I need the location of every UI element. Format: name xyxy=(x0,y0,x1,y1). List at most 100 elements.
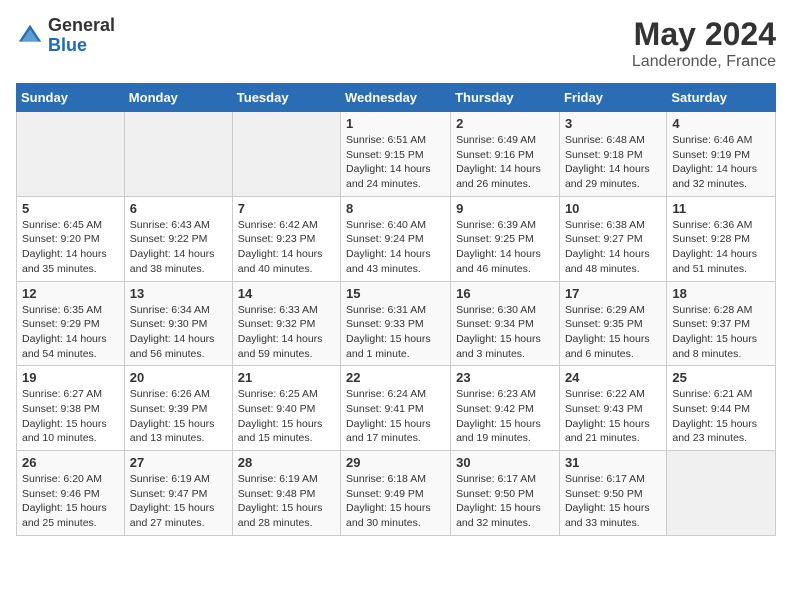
calendar-cell: 14 Sunrise: 6:33 AM Sunset: 9:32 PM Dayli… xyxy=(232,281,340,366)
calendar-cell: 6 Sunrise: 6:43 AM Sunset: 9:22 PM Daylig… xyxy=(124,196,232,281)
day-info: Sunrise: 6:43 AM Sunset: 9:22 PM Dayligh… xyxy=(130,218,227,277)
calendar-cell: 8 Sunrise: 6:40 AM Sunset: 9:24 PM Daylig… xyxy=(341,196,451,281)
day-number: 30 xyxy=(456,455,554,470)
day-info: Sunrise: 6:28 AM Sunset: 9:37 PM Dayligh… xyxy=(672,303,770,362)
title-block: May 2024 Landeronde, France xyxy=(632,16,776,71)
day-number: 7 xyxy=(238,201,335,216)
day-number: 12 xyxy=(22,286,119,301)
calendar-cell: 3Sunrise: 6:48 AM Sunset: 9:18 PM Daylig… xyxy=(559,112,666,197)
day-info: Sunrise: 6:42 AM Sunset: 9:23 PM Dayligh… xyxy=(238,218,335,277)
calendar-week-3: 12 Sunrise: 6:35 AM Sunset: 9:29 PM Dayli… xyxy=(17,281,776,366)
day-info: Sunrise: 6:20 AM Sunset: 9:46 PM Dayligh… xyxy=(22,472,119,531)
day-info: Sunrise: 6:49 AM Sunset: 9:16 PM Dayligh… xyxy=(456,133,554,192)
day-info: Sunrise: 6:38 AM Sunset: 9:27 PM Dayligh… xyxy=(565,218,661,277)
day-number: 9 xyxy=(456,201,554,216)
day-info: Sunrise: 6:17 AM Sunset: 9:50 PM Dayligh… xyxy=(456,472,554,531)
calendar-cell xyxy=(232,112,340,197)
logo: General Blue xyxy=(16,16,115,56)
column-header-saturday: Saturday xyxy=(667,84,776,112)
day-info: Sunrise: 6:35 AM Sunset: 9:29 PM Dayligh… xyxy=(22,303,119,362)
column-header-monday: Monday xyxy=(124,84,232,112)
day-info: Sunrise: 6:34 AM Sunset: 9:30 PM Dayligh… xyxy=(130,303,227,362)
calendar-cell: 13 Sunrise: 6:34 AM Sunset: 9:30 PM Dayli… xyxy=(124,281,232,366)
day-info: Sunrise: 6:26 AM Sunset: 9:39 PM Dayligh… xyxy=(130,387,227,446)
calendar-cell: 19Sunrise: 6:27 AM Sunset: 9:38 PM Dayli… xyxy=(17,366,125,451)
column-header-friday: Friday xyxy=(559,84,666,112)
day-info: Sunrise: 6:51 AM Sunset: 9:15 PM Dayligh… xyxy=(346,133,445,192)
calendar-week-2: 5Sunrise: 6:45 AM Sunset: 9:20 PM Daylig… xyxy=(17,196,776,281)
month-year: May 2024 xyxy=(632,16,776,53)
day-number: 13 xyxy=(130,286,227,301)
day-number: 6 xyxy=(130,201,227,216)
calendar-cell: 20 Sunrise: 6:26 AM Sunset: 9:39 PM Dayli… xyxy=(124,366,232,451)
day-number: 18 xyxy=(672,286,770,301)
day-number: 21 xyxy=(238,370,335,385)
day-info: Sunrise: 6:39 AM Sunset: 9:25 PM Dayligh… xyxy=(456,218,554,277)
calendar-cell: 22Sunrise: 6:24 AM Sunset: 9:41 PM Dayli… xyxy=(341,366,451,451)
day-number: 16 xyxy=(456,286,554,301)
column-header-sunday: Sunday xyxy=(17,84,125,112)
column-header-wednesday: Wednesday xyxy=(341,84,451,112)
calendar-table: SundayMondayTuesdayWednesdayThursdayFrid… xyxy=(16,83,776,536)
day-number: 14 xyxy=(238,286,335,301)
logo-blue: Blue xyxy=(48,35,87,55)
day-number: 11 xyxy=(672,201,770,216)
day-info: Sunrise: 6:36 AM Sunset: 9:28 PM Dayligh… xyxy=(672,218,770,277)
calendar-cell: 31Sunrise: 6:17 AM Sunset: 9:50 PM Dayli… xyxy=(559,451,666,536)
calendar-cell: 27 Sunrise: 6:19 AM Sunset: 9:47 PM Dayli… xyxy=(124,451,232,536)
day-info: Sunrise: 6:27 AM Sunset: 9:38 PM Dayligh… xyxy=(22,387,119,446)
calendar-header-row: SundayMondayTuesdayWednesdayThursdayFrid… xyxy=(17,84,776,112)
day-number: 27 xyxy=(130,455,227,470)
day-info: Sunrise: 6:33 AM Sunset: 9:32 PM Dayligh… xyxy=(238,303,335,362)
location: Landeronde, France xyxy=(632,53,776,71)
calendar-cell: 25Sunrise: 6:21 AM Sunset: 9:44 PM Dayli… xyxy=(667,366,776,451)
day-info: Sunrise: 6:23 AM Sunset: 9:42 PM Dayligh… xyxy=(456,387,554,446)
column-header-thursday: Thursday xyxy=(451,84,560,112)
day-number: 28 xyxy=(238,455,335,470)
day-number: 24 xyxy=(565,370,661,385)
column-header-tuesday: Tuesday xyxy=(232,84,340,112)
day-info: Sunrise: 6:18 AM Sunset: 9:49 PM Dayligh… xyxy=(346,472,445,531)
calendar-cell: 30 Sunrise: 6:17 AM Sunset: 9:50 PM Dayli… xyxy=(451,451,560,536)
day-info: Sunrise: 6:25 AM Sunset: 9:40 PM Dayligh… xyxy=(238,387,335,446)
day-info: Sunrise: 6:19 AM Sunset: 9:47 PM Dayligh… xyxy=(130,472,227,531)
day-number: 2 xyxy=(456,116,554,131)
calendar-cell: 24Sunrise: 6:22 AM Sunset: 9:43 PM Dayli… xyxy=(559,366,666,451)
calendar-cell: 23 Sunrise: 6:23 AM Sunset: 9:42 PM Dayli… xyxy=(451,366,560,451)
day-info: Sunrise: 6:19 AM Sunset: 9:48 PM Dayligh… xyxy=(238,472,335,531)
day-number: 5 xyxy=(22,201,119,216)
calendar-week-5: 26 Sunrise: 6:20 AM Sunset: 9:46 PM Dayli… xyxy=(17,451,776,536)
calendar-cell: 1 Sunrise: 6:51 AM Sunset: 9:15 PM Daylig… xyxy=(341,112,451,197)
day-info: Sunrise: 6:17 AM Sunset: 9:50 PM Dayligh… xyxy=(565,472,661,531)
day-number: 15 xyxy=(346,286,445,301)
logo-general: General xyxy=(48,15,115,35)
calendar-cell: 28 Sunrise: 6:19 AM Sunset: 9:48 PM Dayli… xyxy=(232,451,340,536)
calendar-cell: 5Sunrise: 6:45 AM Sunset: 9:20 PM Daylig… xyxy=(17,196,125,281)
calendar-cell: 29Sunrise: 6:18 AM Sunset: 9:49 PM Dayli… xyxy=(341,451,451,536)
calendar-cell xyxy=(124,112,232,197)
day-number: 23 xyxy=(456,370,554,385)
calendar-cell: 4 Sunrise: 6:46 AM Sunset: 9:19 PM Daylig… xyxy=(667,112,776,197)
calendar-cell: 18 Sunrise: 6:28 AM Sunset: 9:37 PM Dayli… xyxy=(667,281,776,366)
calendar-week-4: 19Sunrise: 6:27 AM Sunset: 9:38 PM Dayli… xyxy=(17,366,776,451)
day-number: 20 xyxy=(130,370,227,385)
day-number: 26 xyxy=(22,455,119,470)
day-number: 4 xyxy=(672,116,770,131)
day-info: Sunrise: 6:40 AM Sunset: 9:24 PM Dayligh… xyxy=(346,218,445,277)
calendar-cell xyxy=(667,451,776,536)
page-header: General Blue May 2024 Landeronde, France xyxy=(16,16,776,71)
day-info: Sunrise: 6:24 AM Sunset: 9:41 PM Dayligh… xyxy=(346,387,445,446)
calendar-cell: 21 Sunrise: 6:25 AM Sunset: 9:40 PM Dayli… xyxy=(232,366,340,451)
day-number: 8 xyxy=(346,201,445,216)
day-number: 10 xyxy=(565,201,661,216)
calendar-cell: 17Sunrise: 6:29 AM Sunset: 9:35 PM Dayli… xyxy=(559,281,666,366)
day-number: 3 xyxy=(565,116,661,131)
day-info: Sunrise: 6:46 AM Sunset: 9:19 PM Dayligh… xyxy=(672,133,770,192)
calendar-cell: 10 Sunrise: 6:38 AM Sunset: 9:27 PM Dayli… xyxy=(559,196,666,281)
calendar-cell: 7 Sunrise: 6:42 AM Sunset: 9:23 PM Daylig… xyxy=(232,196,340,281)
calendar-cell: 15Sunrise: 6:31 AM Sunset: 9:33 PM Dayli… xyxy=(341,281,451,366)
calendar-week-1: 1 Sunrise: 6:51 AM Sunset: 9:15 PM Daylig… xyxy=(17,112,776,197)
calendar-cell xyxy=(17,112,125,197)
calendar-cell: 12 Sunrise: 6:35 AM Sunset: 9:29 PM Dayli… xyxy=(17,281,125,366)
day-number: 1 xyxy=(346,116,445,131)
